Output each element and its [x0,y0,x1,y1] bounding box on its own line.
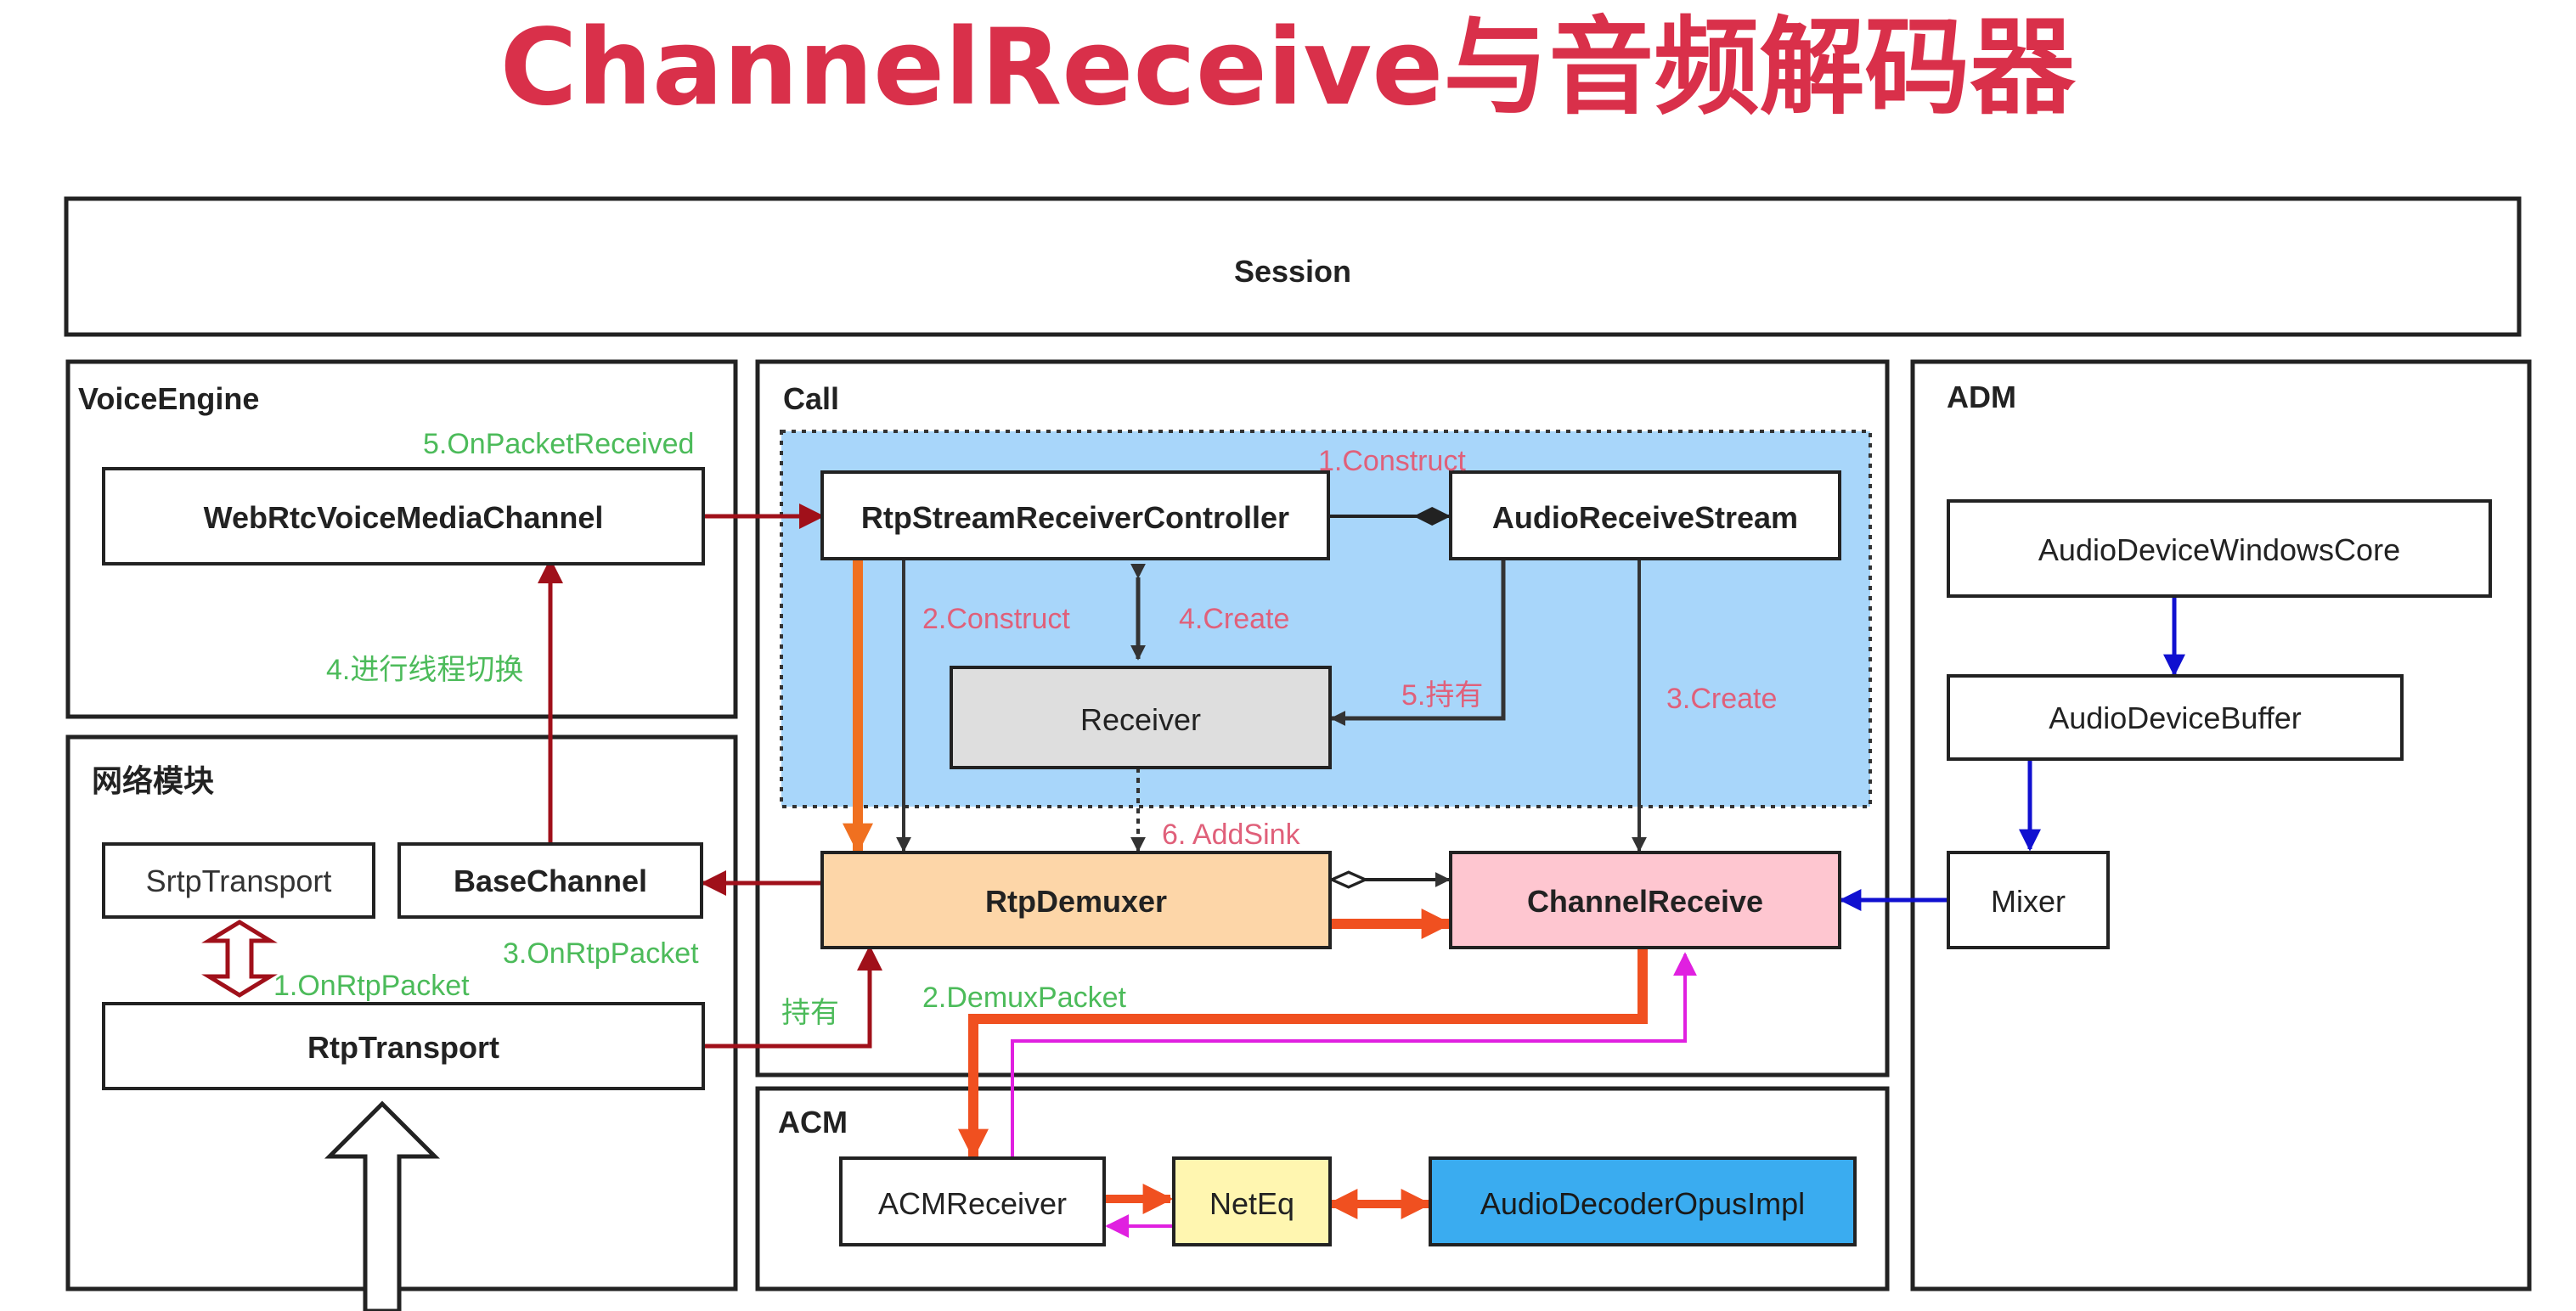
voice-engine-label: VoiceEngine [78,381,259,416]
audio-device-windows-core-label: AudioDeviceWindowsCore [2038,532,2400,567]
node-audio-device-buffer: AudioDeviceBuffer [1947,674,2404,761]
network-module-label: 网络模块 [92,763,214,798]
node-srtp-transport: SrtpTransport [102,842,375,919]
node-mixer: Mixer [1947,851,2110,949]
label-on-rtp-packet-1: 1.OnRtpPacket [273,970,470,1002]
session-container: Session [64,196,2522,337]
webrtc-voice-media-channel-label: WebRtcVoiceMediaChannel [204,500,604,535]
label-create-3: 3.Create [1666,683,1777,715]
base-channel-label: BaseChannel [454,864,647,898]
node-rtp-demuxer: RtpDemuxer [820,851,1332,949]
call-label: Call [783,381,839,416]
node-neteq: NetEq [1172,1156,1332,1246]
rtp-transport-label: RtpTransport [307,1030,499,1065]
label-on-packet-received: 5.OnPacketReceived [423,428,694,460]
label-create-4: 4.Create [1179,603,1289,635]
label-thread-switch: 4.进行线程切换 [326,654,523,686]
audio-receive-stream-label: AudioReceiveStream [1492,500,1798,535]
channel-receive-label: ChannelReceive [1527,884,1763,919]
label-construct-1: 1.Construct [1318,445,1466,477]
label-demux-packet: 2.DemuxPacket [922,982,1127,1014]
node-receiver: Receiver [950,666,1332,769]
acm-receiver-label: ACMReceiver [878,1186,1067,1221]
label-on-rtp-packet-3: 3.OnRtpPacket [503,937,699,970]
adm-label: ADM [1947,380,2016,414]
node-webrtc-voice-media-channel: WebRtcVoiceMediaChannel [102,467,705,565]
architecture-diagram: ChannelReceive与音频解码器 Session VoiceEngine… [64,7,2532,1311]
receiver-label: Receiver [1080,702,1201,737]
node-audio-decoder-opus-impl: AudioDecoderOpusImpl [1429,1156,1857,1246]
page-title: ChannelReceive与音频解码器 [500,7,2077,129]
label-hold-green: 持有 [781,997,839,1029]
rtp-stream-receiver-controller-label: RtpStreamReceiverController [861,500,1289,535]
srtp-transport-label: SrtpTransport [146,864,332,898]
label-construct-2: 2.Construct [922,603,1070,635]
node-rtp-stream-receiver-controller: RtpStreamReceiverController [820,470,1330,560]
session-label: Session [1234,254,1351,289]
label-add-sink: 6. AddSink [1162,819,1301,851]
rtp-demuxer-label: RtpDemuxer [985,884,1167,919]
node-audio-receive-stream: AudioReceiveStream [1449,470,1841,560]
audio-device-buffer-label: AudioDeviceBuffer [2049,701,2302,735]
mixer-label: Mixer [1991,884,2066,919]
node-rtp-transport: RtpTransport [102,1002,705,1090]
node-channel-receive: ChannelReceive [1449,851,1841,949]
node-base-channel: BaseChannel [397,842,703,919]
acm-label: ACM [778,1105,848,1139]
label-hold-5: 5.持有 [1401,679,1483,712]
node-audio-device-windows-core: AudioDeviceWindowsCore [1947,499,2492,598]
node-acm-receiver: ACMReceiver [839,1156,1106,1246]
audio-decoder-opus-impl-label: AudioDecoderOpusImpl [1480,1186,1805,1221]
neteq-label: NetEq [1209,1186,1294,1221]
